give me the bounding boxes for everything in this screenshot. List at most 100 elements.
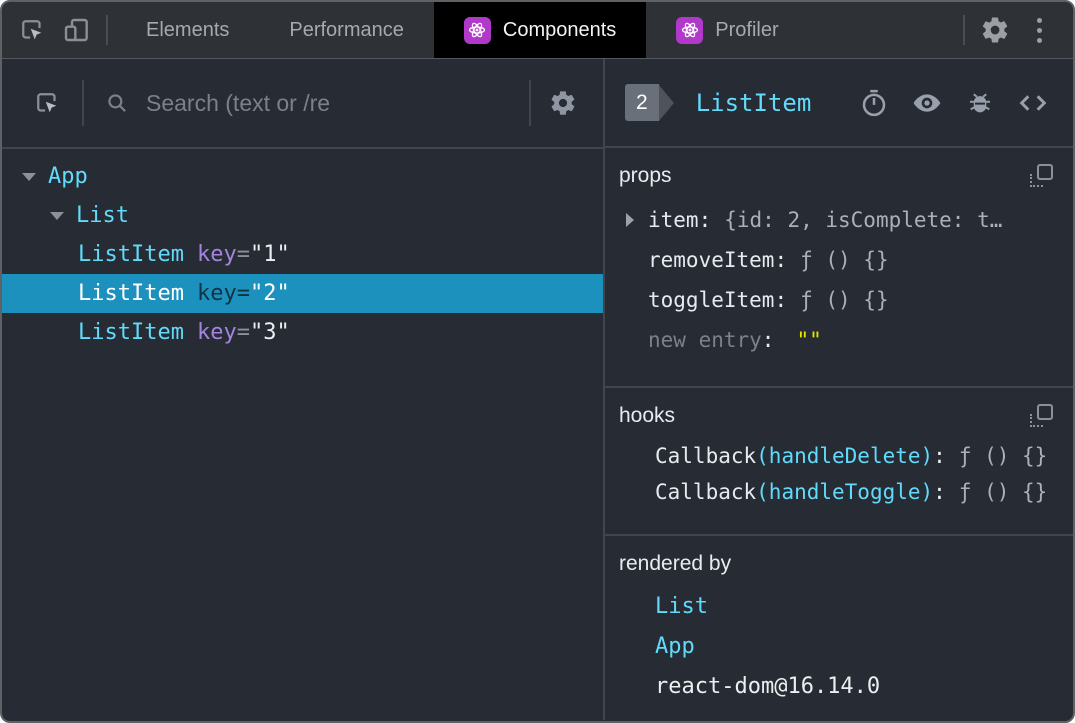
tab-elements[interactable]: Elements: [116, 2, 259, 58]
toolbar-separator: [963, 15, 965, 45]
hooks-title: hooks: [619, 404, 676, 427]
tree-search-bar: [2, 59, 603, 149]
search-input[interactable]: [146, 89, 525, 117]
hook-fn-name: (handleDelete): [756, 444, 934, 468]
colon: :: [933, 480, 946, 504]
rendered-by-item: App: [619, 626, 1053, 666]
prop-name: toggleItem: [648, 288, 775, 312]
selected-component-name: ListItem: [695, 88, 812, 117]
colon: :: [698, 208, 712, 232]
select-component-button[interactable]: [32, 88, 62, 118]
colon: :: [774, 288, 788, 312]
hooks-section: hooks Callback (handleDelete): ƒ () {} Ca…: [605, 388, 1073, 536]
kebab-dot: [1036, 37, 1042, 43]
hook-value: ƒ () {}: [958, 444, 1048, 468]
prop-value: {id: 2, isComplete: t…: [724, 208, 1003, 232]
suspend-toggle-button[interactable]: [859, 88, 889, 118]
prop-row-toggleitem[interactable]: toggleItem: ƒ () {}: [619, 280, 1053, 320]
copy-hooks-button[interactable]: [1029, 404, 1053, 428]
settings-button[interactable]: [973, 2, 1017, 58]
key-attribute: key: [196, 281, 237, 306]
select-component-icon: [37, 93, 57, 113]
bug-icon: [970, 92, 990, 112]
view-source-button[interactable]: [1017, 87, 1049, 119]
prop-row-item[interactable]: item: {id: 2, isComplete: t…: [619, 200, 1053, 240]
log-to-console-button[interactable]: [965, 88, 995, 118]
kebab-dot: [1036, 27, 1042, 33]
more-options-button[interactable]: [1017, 2, 1061, 58]
tree-row-app[interactable]: App: [2, 157, 603, 196]
new-entry-value-input[interactable]: "": [796, 328, 821, 352]
hook-row-handletoggle[interactable]: Callback (handleToggle): ƒ () {}: [619, 474, 1053, 510]
equals-sign: =: [236, 242, 250, 267]
prop-name: removeItem: [648, 248, 775, 272]
expand-caret-icon[interactable]: [626, 213, 634, 227]
collapse-caret-icon[interactable]: [50, 211, 64, 220]
view-settings-button[interactable]: [549, 89, 577, 117]
inspect-element-icon: [22, 20, 42, 40]
toolbar-separator: [106, 15, 108, 45]
hook-type: Callback: [655, 480, 757, 504]
colon: :: [774, 248, 788, 272]
copy-props-button[interactable]: [1029, 164, 1053, 188]
prop-value: ƒ () {}: [800, 288, 889, 312]
prop-row-removeitem[interactable]: removeItem: ƒ () {}: [619, 240, 1053, 280]
equals-sign: =: [236, 281, 250, 306]
code-brackets-icon: [1019, 94, 1047, 111]
owner-link-list[interactable]: List: [655, 594, 708, 619]
colon: :: [933, 444, 946, 468]
search-separator: [82, 80, 84, 126]
eye-icon: [913, 93, 941, 112]
tree-pane: App List ListItem key="1" ListItem key="…: [2, 59, 605, 720]
devtools-toolbar: Elements Performance Components Profiler: [2, 2, 1073, 59]
equals-sign: =: [236, 320, 250, 345]
prop-row-new-entry[interactable]: new entry: "": [619, 320, 1053, 360]
toggle-device-toolbar-button[interactable]: [54, 2, 98, 58]
component-name: ListItem: [78, 281, 184, 306]
component-name: List: [76, 203, 129, 228]
tab-label: Components: [502, 18, 617, 41]
inspect-element-button[interactable]: [10, 2, 54, 58]
react-atom-icon: [463, 16, 491, 44]
hook-type: Callback: [655, 444, 757, 468]
component-name: ListItem: [78, 320, 184, 345]
rendered-by-title: rendered by: [619, 552, 732, 575]
hook-fn-name: (handleToggle): [756, 480, 934, 504]
react-atom-icon: [676, 16, 704, 44]
inspect-dom-button[interactable]: [911, 87, 943, 119]
rendered-by-item: react-dom@16.14.0: [619, 666, 1053, 706]
tree-row-listitem-2-selected[interactable]: ListItem key = "2": [2, 274, 603, 313]
props-title: props: [619, 164, 672, 187]
details-header: 2 ListItem: [605, 59, 1073, 148]
kebab-dot: [1036, 17, 1042, 23]
renderer-version: react-dom@16.14.0: [655, 673, 881, 699]
component-name: ListItem: [78, 242, 184, 267]
key-attribute: key: [196, 242, 237, 267]
rendered-by-item: List: [619, 586, 1053, 626]
key-value: "3": [249, 320, 290, 345]
key-value: "2": [249, 281, 290, 306]
tab-label: Elements: [146, 18, 230, 41]
tree-row-listitem-3[interactable]: ListItem key = "3": [2, 313, 603, 352]
devtools-window: Elements Performance Components Profiler…: [0, 0, 1075, 723]
tab-label: Profiler: [715, 18, 779, 41]
collapse-caret-icon[interactable]: [22, 172, 36, 181]
tab-label: Performance: [289, 18, 404, 41]
gear-icon: [982, 17, 1008, 43]
hook-row-handledelete[interactable]: Callback (handleDelete): ƒ () {}: [619, 438, 1053, 474]
tab-components[interactable]: Components: [433, 2, 647, 58]
tree-row-listitem-1[interactable]: ListItem key = "1": [2, 235, 603, 274]
new-entry-name-input[interactable]: new entry: [648, 328, 762, 352]
owner-link-app[interactable]: App: [655, 634, 695, 659]
prop-name: item: [648, 208, 699, 232]
badge-arrow-icon: [658, 84, 674, 121]
owners-stack-badge[interactable]: 2: [625, 84, 674, 121]
tree-row-list[interactable]: List: [2, 196, 603, 235]
hook-value: ƒ () {}: [958, 480, 1048, 504]
tab-profiler[interactable]: Profiler: [646, 2, 808, 58]
prop-value: ƒ () {}: [800, 248, 889, 272]
tab-performance[interactable]: Performance: [259, 2, 434, 58]
colon: :: [761, 328, 775, 352]
props-section: props item: {id: 2, isComplete: t… remov…: [605, 148, 1073, 388]
